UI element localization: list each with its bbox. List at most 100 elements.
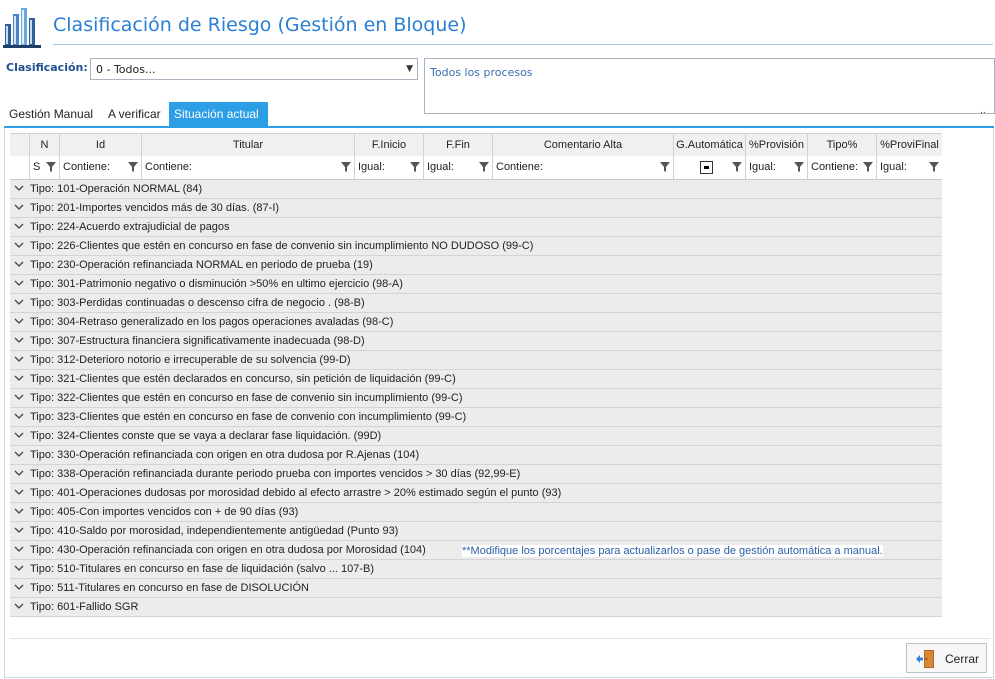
group-row[interactable]: Tipo: 226-Clientes que estén en concurso… bbox=[10, 237, 942, 256]
filter-icon[interactable] bbox=[46, 162, 56, 172]
chevron-down-icon[interactable] bbox=[14, 563, 24, 573]
chevron-down-icon[interactable] bbox=[14, 240, 24, 250]
group-row[interactable]: Tipo: 230-Operación refinanciada NORMAL … bbox=[10, 256, 942, 275]
close-button-label: Cerrar bbox=[945, 652, 980, 666]
column-header-g-automatica[interactable]: G.Automática bbox=[673, 134, 745, 156]
group-row-label: Tipo: 405-Con importes vencidos con + de… bbox=[30, 506, 299, 518]
group-row[interactable]: Tipo: 401-Operaciones dudosas por morosi… bbox=[10, 484, 942, 503]
chevron-down-icon[interactable] bbox=[14, 601, 24, 611]
column-header-n[interactable]: N bbox=[29, 134, 59, 156]
group-row[interactable]: Tipo: 312-Deterioro notorio e irrecupera… bbox=[10, 351, 942, 370]
chevron-down-icon[interactable] bbox=[14, 468, 24, 478]
tab-a-verificar[interactable]: A verificar bbox=[103, 102, 166, 126]
group-row[interactable]: Tipo: 307-Estructura financiera signific… bbox=[10, 332, 942, 351]
chevron-down-icon[interactable] bbox=[14, 487, 24, 497]
chevron-down-icon[interactable] bbox=[14, 278, 24, 288]
group-row[interactable]: Tipo: 323-Clientes que estén en concurso… bbox=[10, 408, 942, 427]
column-header-tipo-pct[interactable]: Tipo% bbox=[807, 134, 876, 156]
clasificacion-select[interactable]: 0 - Todos... ▼ bbox=[90, 58, 418, 80]
chevron-down-icon[interactable] bbox=[14, 506, 24, 516]
column-header-id[interactable]: Id bbox=[59, 134, 141, 156]
filter-icon[interactable] bbox=[341, 162, 351, 172]
group-row[interactable]: Tipo: 324-Clientes conste que se vaya a … bbox=[10, 427, 942, 446]
filter-icon[interactable] bbox=[794, 162, 804, 172]
tab-gestion-manual[interactable]: Gestión Manual bbox=[4, 102, 98, 126]
filter-icon[interactable] bbox=[410, 162, 420, 172]
chevron-down-icon[interactable] bbox=[14, 392, 24, 402]
column-header-ffin[interactable]: F.Fin bbox=[423, 134, 492, 156]
group-row[interactable]: Tipo: 405-Con importes vencidos con + de… bbox=[10, 503, 942, 522]
close-button[interactable]: Cerrar bbox=[906, 643, 987, 673]
group-row[interactable]: Tipo: 101-Operación NORMAL (84) bbox=[10, 180, 942, 199]
group-row[interactable]: Tipo: 338-Operación refinanciada durante… bbox=[10, 465, 942, 484]
filter-icon[interactable] bbox=[863, 162, 873, 172]
group-row[interactable]: Tipo: 330-Operación refinanciada con ori… bbox=[10, 446, 942, 465]
grid-header-row: N Id Titular F.Inicio F.Fin Comentario A… bbox=[10, 133, 942, 157]
filter-operator: Contiene: bbox=[811, 161, 859, 173]
tab-situacion-actual[interactable]: Situación actual bbox=[169, 102, 268, 126]
chevron-down-icon[interactable] bbox=[14, 449, 24, 459]
filter-icon[interactable] bbox=[128, 162, 138, 172]
chevron-down-icon[interactable] bbox=[14, 183, 24, 193]
group-row[interactable]: Tipo: 510-Titulares en concurso en fase … bbox=[10, 560, 942, 579]
column-header-titular[interactable]: Titular bbox=[141, 134, 354, 156]
tab-panel: N Id Titular F.Inicio F.Fin Comentario A… bbox=[4, 128, 994, 678]
filter-operator: Igual: bbox=[358, 161, 385, 173]
group-row[interactable]: Tipo: 224-Acuerdo extrajudicial de pagos bbox=[10, 218, 942, 237]
column-header-provision[interactable]: %Provisión bbox=[745, 134, 807, 156]
chevron-down-icon[interactable] bbox=[14, 544, 24, 554]
description-more[interactable]: .. bbox=[980, 106, 986, 116]
group-row[interactable]: Tipo: 322-Clientes que estén en concurso… bbox=[10, 389, 942, 408]
group-row-label: Tipo: 323-Clientes que estén en concurso… bbox=[30, 411, 467, 423]
column-header-comentario-alta[interactable]: Comentario Alta bbox=[492, 134, 673, 156]
group-row[interactable]: Tipo: 201-Importes vencidos más de 30 dí… bbox=[10, 199, 942, 218]
filter-cell-id[interactable]: Contiene: bbox=[59, 156, 141, 179]
chevron-down-icon[interactable] bbox=[14, 316, 24, 326]
chevron-down-icon[interactable] bbox=[14, 221, 24, 231]
chevron-down-icon[interactable] bbox=[14, 525, 24, 535]
filter-icon[interactable] bbox=[479, 162, 489, 172]
chevron-down-icon[interactable] bbox=[14, 354, 24, 364]
group-row[interactable]: Tipo: 304-Retraso generalizado en los pa… bbox=[10, 313, 942, 332]
filter-cell-comentario-alta[interactable]: Contiene: bbox=[492, 156, 673, 179]
chevron-down-icon[interactable] bbox=[14, 202, 24, 212]
filter-cell-ffin[interactable]: Igual: bbox=[423, 156, 492, 179]
filter-cell-titular[interactable]: Contiene: bbox=[141, 156, 354, 179]
filter-cell-g-automatica[interactable] bbox=[673, 156, 745, 179]
group-row[interactable]: Tipo: 511-Titulares en concurso en fase … bbox=[10, 579, 942, 598]
filter-cell-tipo-pct[interactable]: Contiene: bbox=[807, 156, 876, 179]
filter-cell-provision[interactable]: Igual: bbox=[745, 156, 807, 179]
chevron-down-icon[interactable] bbox=[14, 582, 24, 592]
chevron-down-icon[interactable] bbox=[14, 297, 24, 307]
group-row[interactable]: Tipo: 410-Saldo por morosidad, independi… bbox=[10, 522, 942, 541]
chevron-down-icon[interactable] bbox=[14, 430, 24, 440]
header: Clasificación de Riesgo (Gestión en Bloq… bbox=[0, 0, 995, 50]
filter-icon[interactable] bbox=[732, 162, 742, 172]
column-header-provifinal[interactable]: %ProviFinal bbox=[876, 134, 942, 156]
group-row[interactable]: Tipo: 601-Fallido SGR bbox=[10, 598, 942, 617]
filter-icon[interactable] bbox=[929, 162, 939, 172]
filter-operator: Contiene: bbox=[145, 161, 193, 173]
group-row[interactable]: Tipo: 303-Perdidas continuadas o descens… bbox=[10, 294, 942, 313]
group-row[interactable]: Tipo: 301-Patrimonio negativo o disminuc… bbox=[10, 275, 942, 294]
group-row[interactable]: Tipo: 321-Clientes que estén declarados … bbox=[10, 370, 942, 389]
column-expand bbox=[10, 134, 29, 156]
column-header-finicio[interactable]: F.Inicio bbox=[354, 134, 423, 156]
indeterminate-checkbox[interactable] bbox=[700, 161, 713, 174]
chevron-down-icon[interactable] bbox=[14, 411, 24, 421]
filter-cell-provifinal[interactable]: Igual: bbox=[876, 156, 942, 179]
group-row-label: Tipo: 430-Operación refinanciada con ori… bbox=[30, 544, 426, 556]
group-row-label: Tipo: 410-Saldo por morosidad, independi… bbox=[30, 525, 399, 537]
chevron-down-icon[interactable] bbox=[14, 373, 24, 383]
filter-icon[interactable] bbox=[660, 162, 670, 172]
footer-divider bbox=[10, 638, 990, 639]
filter-cell-finicio[interactable]: Igual: bbox=[354, 156, 423, 179]
chevron-down-icon[interactable] bbox=[14, 335, 24, 345]
description-box[interactable]: Todos los procesos bbox=[424, 58, 995, 114]
group-row-label: Tipo: 322-Clientes que estén en concurso… bbox=[30, 392, 463, 404]
chevron-down-icon[interactable]: ▼ bbox=[406, 64, 413, 74]
chevron-down-icon[interactable] bbox=[14, 259, 24, 269]
group-row-label: Tipo: 312-Deterioro notorio e irrecupera… bbox=[30, 354, 351, 366]
group-row-label: Tipo: 321-Clientes que estén declarados … bbox=[30, 373, 456, 385]
filter-cell-n[interactable]: S bbox=[29, 156, 59, 179]
